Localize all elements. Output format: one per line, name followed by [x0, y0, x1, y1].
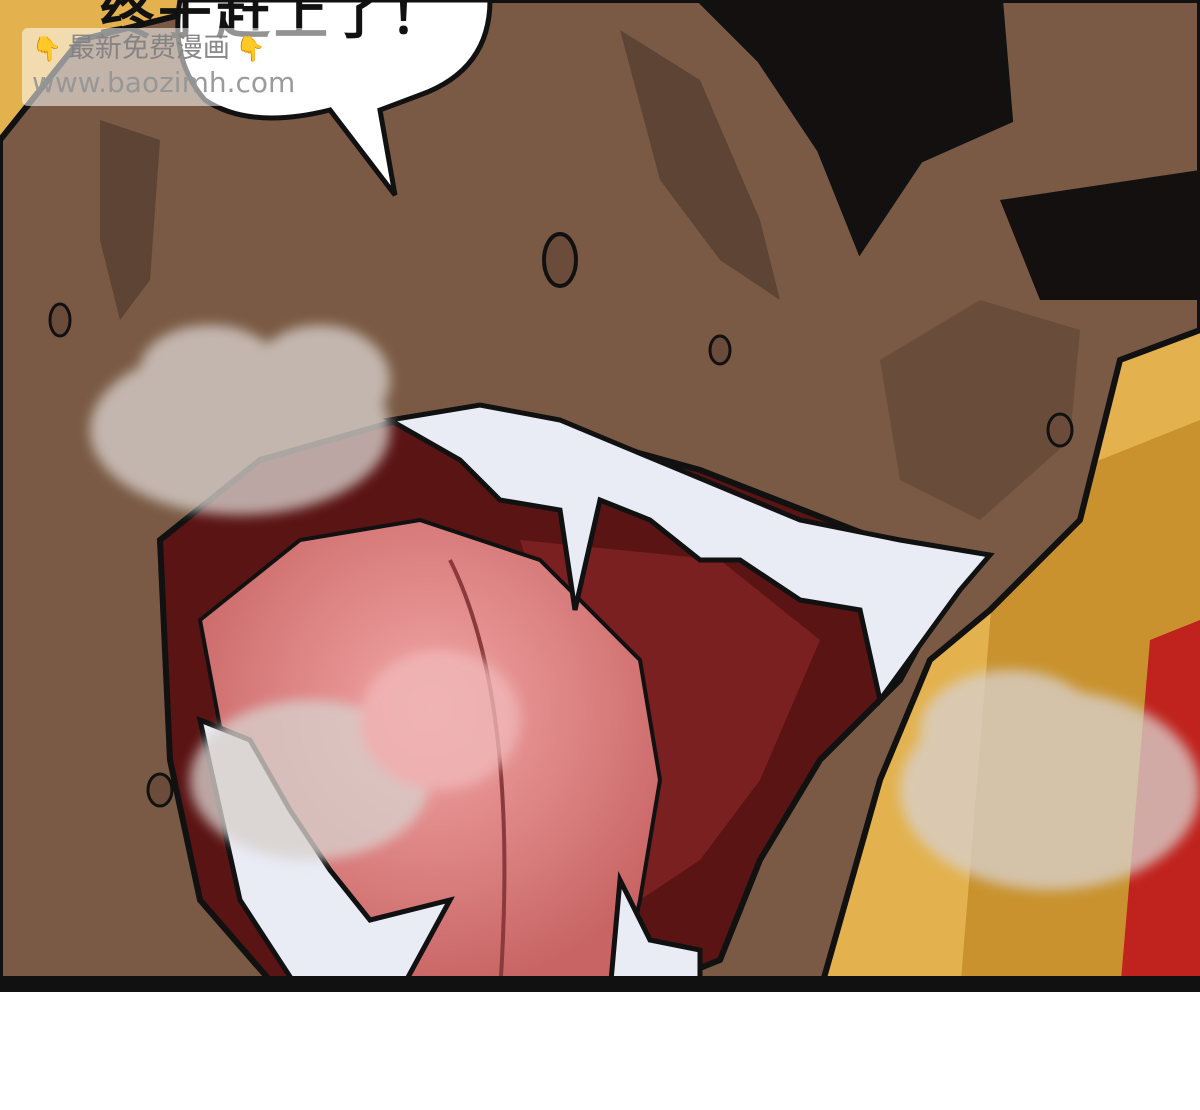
sweat-drop — [48, 302, 72, 338]
watermark-label: 最新免费漫画 — [67, 33, 230, 64]
watermark-label-row: 👇 最新免费漫画 👇 — [32, 32, 318, 66]
sweat-drop — [708, 334, 732, 366]
monster-face-illustration — [0, 0, 1200, 992]
watermark: 👇 最新免费漫画 👇 www.baozimh.com — [22, 28, 328, 106]
page-gutter — [0, 992, 1200, 1110]
pointing-down-hand-icon: 👇 — [32, 35, 62, 63]
sweat-drop — [542, 232, 578, 288]
watermark-url: www.baozimh.com — [32, 66, 296, 99]
pointing-down-hand-icon: 👇 — [235, 35, 266, 63]
sweat-drop — [146, 772, 174, 808]
panel-bottom-border — [0, 976, 1200, 992]
comic-panel: 终于赶上了！ 👇 最新免费漫画 👇 www.baozimh.com — [0, 0, 1200, 992]
sweat-drop — [1046, 412, 1074, 448]
